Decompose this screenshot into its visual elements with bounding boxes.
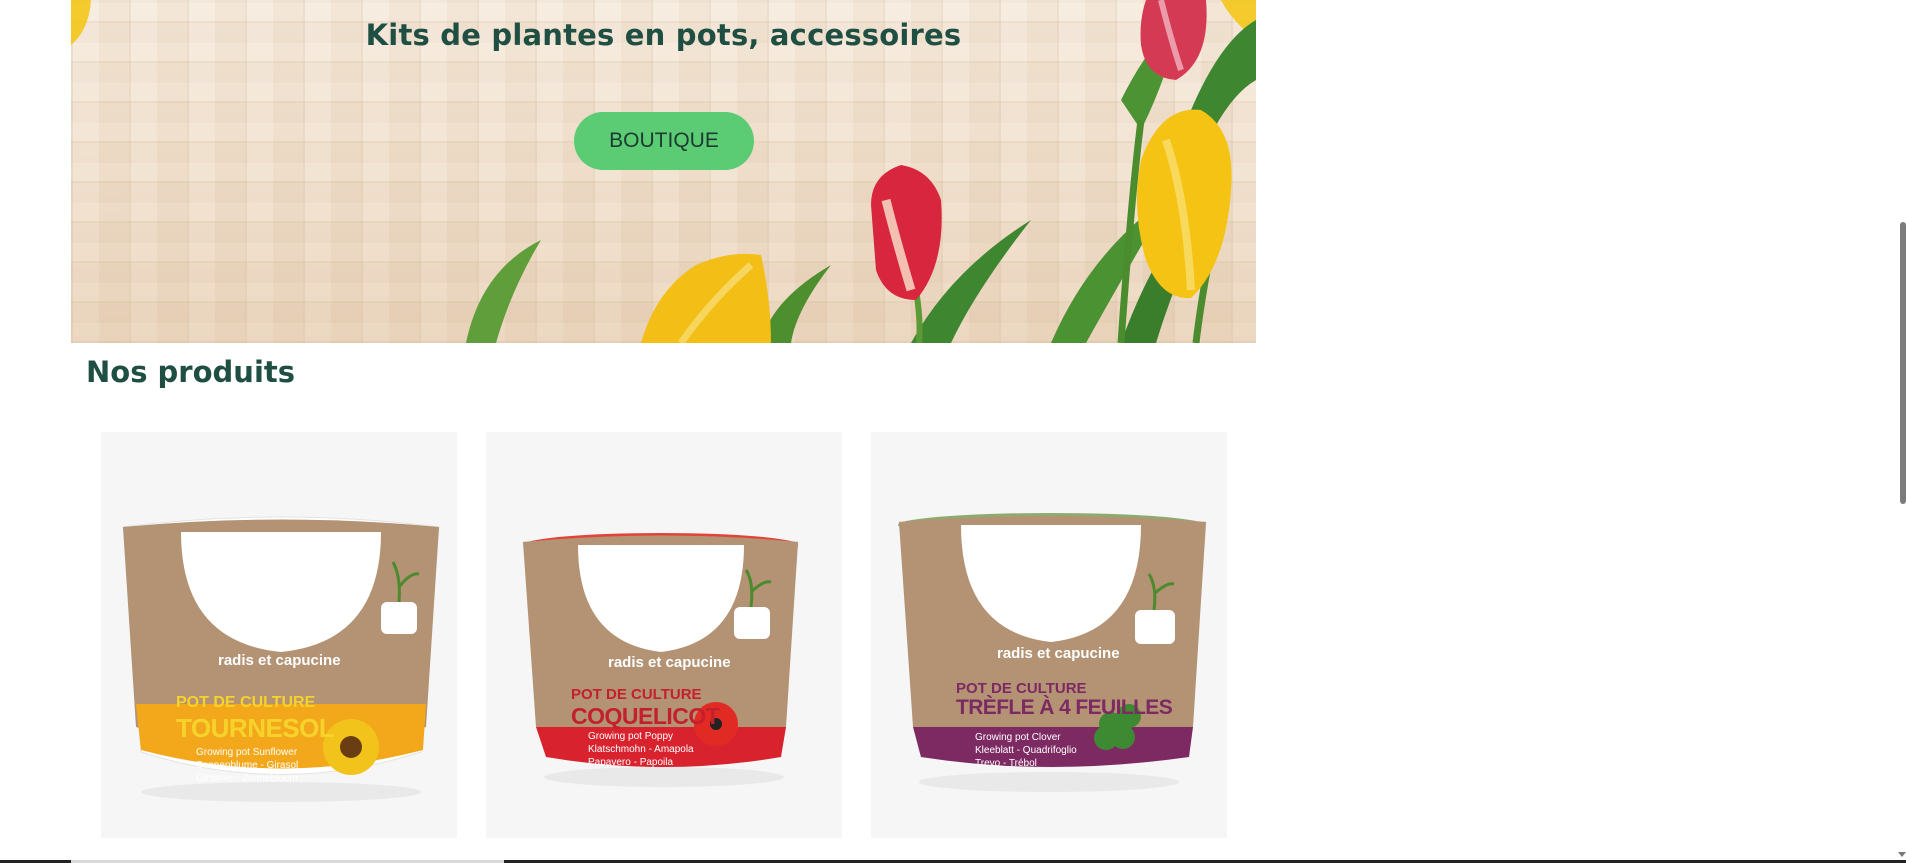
product-subtitle-2: Growing pot Poppy Klatschmohn - Amapola …: [588, 731, 694, 768]
product-brand-3: radis et capucine: [997, 645, 1120, 662]
vertical-scrollbar[interactable]: [1898, 0, 1906, 863]
product-line1-2: POT DE CULTURE: [571, 686, 702, 703]
product-card-clover[interactable]: radis et capucine POT DE CULTURE TRÈFLE …: [871, 432, 1227, 838]
hero-banner: Kits de plantes en pots, accessoires BOU…: [71, 0, 1256, 343]
product-card-poppy[interactable]: radis et capucine POT DE CULTURE COQUELI…: [486, 432, 842, 838]
product-line2-3: TRÈFLE À 4 FEUILLES: [956, 696, 1173, 719]
scroll-down-arrow-icon[interactable]: [1898, 852, 1906, 857]
product-subtitle-1: Growing pot Sunflower Sonnenblume - Gira…: [196, 747, 299, 784]
products-section-title: Nos produits: [86, 355, 296, 389]
boutique-button[interactable]: BOUTIQUE: [574, 112, 754, 170]
scrollbar-thumb[interactable]: [1900, 222, 1906, 504]
product-line1-1: POT DE CULTURE: [176, 694, 316, 711]
product-brand-2: radis et capucine: [608, 654, 731, 671]
page: Kits de plantes en pots, accessoires BOU…: [0, 0, 1906, 863]
product-brand-1: radis et capucine: [218, 652, 341, 669]
product-image-clover-pot: [898, 513, 1207, 792]
product-line1-3: POT DE CULTURE: [956, 680, 1087, 697]
product-line2-1: TOURNESOL: [176, 713, 335, 743]
hero-title: Kits de plantes en pots, accessoires: [365, 18, 962, 52]
product-card-sunflower[interactable]: radis et capucine POT DE CULTURE TOURNES…: [101, 432, 457, 838]
product-subtitle-3: Growing pot Clover Kleeblatt - Quadrifog…: [975, 732, 1077, 769]
product-image-poppy-pot: [522, 533, 799, 787]
product-line2-2: COQUELICOT: [571, 703, 720, 729]
